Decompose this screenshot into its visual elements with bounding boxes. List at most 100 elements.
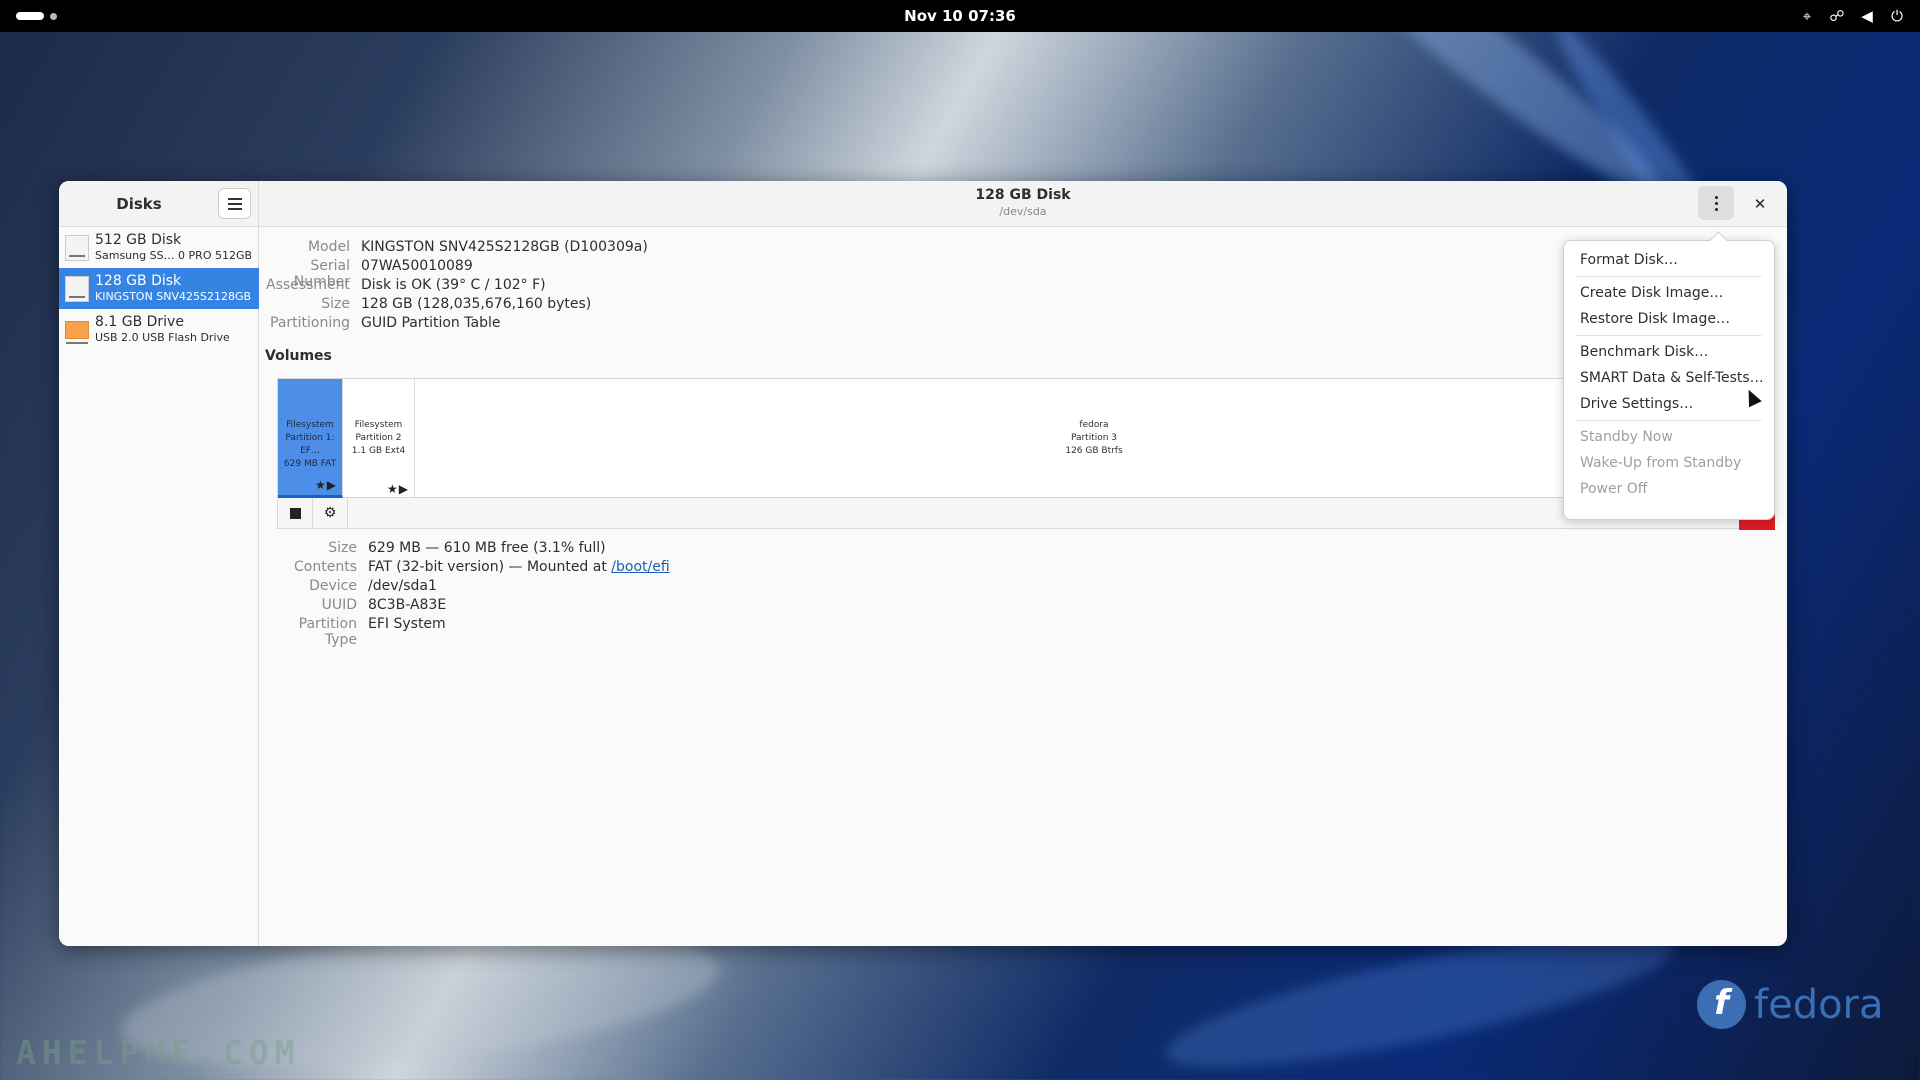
disk-model: USB 2.0 USB Flash Drive (95, 330, 230, 344)
sidebar: Disks 512 GB Disk Samsung SS… 0 PRO 512G… (59, 181, 259, 946)
mount-point-link[interactable]: /boot/efi (611, 559, 669, 575)
partition-name: Partition 2 (355, 433, 402, 443)
disk-list: 512 GB Disk Samsung SS… 0 PRO 512GB 128 … (59, 227, 259, 350)
partition-options-button[interactable]: ⚙ (313, 498, 348, 528)
menu-separator (1576, 420, 1762, 421)
watermark: AHELPME.COM (16, 1033, 301, 1072)
menu-item-smart-data[interactable]: SMART Data & Self-Tests… (1564, 365, 1774, 391)
info-row-serial: Serial Number 07WA50010089 (265, 258, 648, 290)
menu-separator (1576, 276, 1762, 277)
info-value: 128 GB (128,035,676,160 bytes) (361, 296, 592, 312)
fedora-logo: f fedora (1697, 980, 1884, 1029)
info-label: Partition Type (298, 616, 357, 648)
partition-type: Filesystem (286, 420, 334, 430)
info-value: FAT (32-bit version) — Mounted at (368, 559, 612, 575)
disk-name: 512 GB Disk (95, 231, 182, 248)
hdd-icon (65, 234, 89, 261)
partition-details: Size 629 MB — 610 MB free (3.1% full) Co… (277, 540, 670, 648)
detail-row-size: Size 629 MB — 610 MB free (3.1% full) (277, 540, 670, 559)
info-value: 07WA50010089 (361, 258, 473, 274)
info-value: 8C3B-A83E (368, 597, 447, 613)
detail-row-contents: Contents FAT (32-bit version) — Mounted … (277, 559, 670, 578)
menu-item-create-disk-image[interactable]: Create Disk Image… (1564, 280, 1774, 306)
disk-name: 8.1 GB Drive (95, 313, 184, 330)
menu-item-wake-up: Wake-Up from Standby (1580, 455, 1742, 471)
info-label: Contents (294, 559, 357, 575)
top-bar: Nov 10 07:36 ⌖ ☍ ◀ ⏻ (0, 0, 1920, 32)
hdd-icon (65, 275, 89, 302)
window-subtitle: /dev/sda (999, 205, 1047, 218)
app-title: Disks (116, 195, 162, 213)
info-row-assessment: Assessment Disk is OK (39° C / 102° F) (265, 277, 648, 296)
detail-row-partition-type: Partition Type EFI System (277, 616, 670, 648)
hamburger-icon (227, 197, 242, 200)
volume-map: Filesystem Partition 1: EF… 629 MB FAT ★… (277, 378, 1774, 499)
fedora-logo-icon: f (1697, 980, 1746, 1029)
info-value: 629 MB — 610 MB free (3.1% full) (368, 540, 606, 556)
location-icon[interactable]: ⌖ (1798, 7, 1816, 25)
power-icon[interactable]: ⏻ (1888, 7, 1906, 25)
partition-type: Filesystem (354, 420, 403, 430)
clock[interactable]: Nov 10 07:36 (904, 7, 1016, 25)
header-bar: 128 GB Disk /dev/sda ✕ (259, 181, 1787, 227)
menu-item-restore-disk-image[interactable]: Restore Disk Image… (1564, 306, 1774, 332)
system-tray[interactable]: ⌖ ☍ ◀ ⏻ (1798, 0, 1906, 32)
info-value: EFI System (368, 616, 446, 632)
partition-2-block[interactable]: Filesystem Partition 2 1.1 GB Ext4 ★▶ (343, 379, 415, 499)
info-label: Device (309, 578, 357, 594)
drive-info: Model KINGSTON SNV425S2128GB (D100309a) … (265, 239, 648, 334)
menu-item-format-disk[interactable]: Format Disk… (1564, 247, 1774, 273)
volumes-heading: Volumes (265, 348, 332, 364)
drive-options-menu: Format Disk… Create Disk Image… Restore … (1563, 240, 1775, 520)
detail-row-uuid: UUID 8C3B-A83E (277, 597, 670, 616)
gears-icon: ⚙ (323, 505, 337, 521)
volume-icon[interactable]: ◀ (1858, 7, 1876, 25)
fedora-wordmark: fedora (1754, 981, 1884, 1028)
kebab-menu-icon (1714, 195, 1718, 199)
workspace-active-icon (16, 12, 44, 20)
sidebar-item-128gb-disk[interactable]: 128 GB Disk KINGSTON SNV425S2128GB (59, 268, 259, 309)
info-label: Assessment (266, 277, 350, 293)
partition-size: 629 MB FAT (283, 459, 337, 469)
partition-name: Partition 1: EF… (285, 433, 335, 456)
info-label: UUID (321, 597, 357, 613)
volume-toolbar: ⚙ (277, 498, 1774, 529)
info-row-partitioning: Partitioning GUID Partition Table (265, 315, 648, 334)
sidebar-header: Disks (59, 181, 258, 227)
main-pane: 128 GB Disk /dev/sda ✕ Model KINGSTON SN… (259, 181, 1787, 946)
info-label: Partitioning (270, 315, 350, 331)
close-button[interactable]: ✕ (1749, 193, 1771, 215)
sidebar-item-usb-drive[interactable]: 8.1 GB Drive USB 2.0 USB Flash Drive (59, 309, 259, 350)
detail-row-device: Device /dev/sda1 (277, 578, 670, 597)
sidebar-item-512gb-disk[interactable]: 512 GB Disk Samsung SS… 0 PRO 512GB (59, 227, 259, 268)
info-label: Size (328, 540, 357, 556)
menu-item-benchmark-disk[interactable]: Benchmark Disk… (1564, 339, 1774, 365)
disks-window: Disks 512 GB Disk Samsung SS… 0 PRO 512G… (59, 181, 1787, 946)
activities-indicator[interactable] (16, 12, 57, 20)
partition-1-block[interactable]: Filesystem Partition 1: EF… 629 MB FAT ★… (278, 379, 343, 499)
mounted-icon: ★▶ (315, 478, 337, 492)
menu-item-power-off: Power Off (1580, 481, 1648, 497)
menu-separator (1576, 335, 1762, 336)
info-label: Size (321, 296, 350, 312)
info-row-size: Size 128 GB (128,035,676,160 bytes) (265, 296, 648, 315)
unmount-button[interactable] (278, 498, 313, 528)
disk-name: 128 GB Disk (95, 272, 182, 289)
stop-icon (289, 507, 301, 519)
info-row-model: Model KINGSTON SNV425S2128GB (D100309a) (265, 239, 648, 258)
mounted-icon: ★▶ (387, 482, 409, 496)
menu-item-standby-now: Standby Now (1580, 429, 1673, 445)
drive-options-button[interactable] (1698, 186, 1734, 220)
info-value: GUID Partition Table (361, 315, 501, 331)
main-menu-button[interactable] (218, 188, 251, 219)
info-value: KINGSTON SNV425S2128GB (D100309a) (361, 239, 648, 255)
partition-size: 1.1 GB Ext4 (351, 446, 406, 456)
disk-model: Samsung SS… 0 PRO 512GB (95, 248, 253, 262)
info-value: Disk is OK (39° C / 102° F) (361, 277, 546, 293)
info-label: Serial Number (293, 258, 350, 290)
window-title: 128 GB Disk (975, 187, 1071, 203)
network-icon[interactable]: ☍ (1828, 7, 1846, 25)
usb-drive-icon (65, 320, 89, 344)
info-value: /dev/sda1 (368, 578, 437, 594)
disk-model: KINGSTON SNV425S2128GB (95, 289, 252, 303)
